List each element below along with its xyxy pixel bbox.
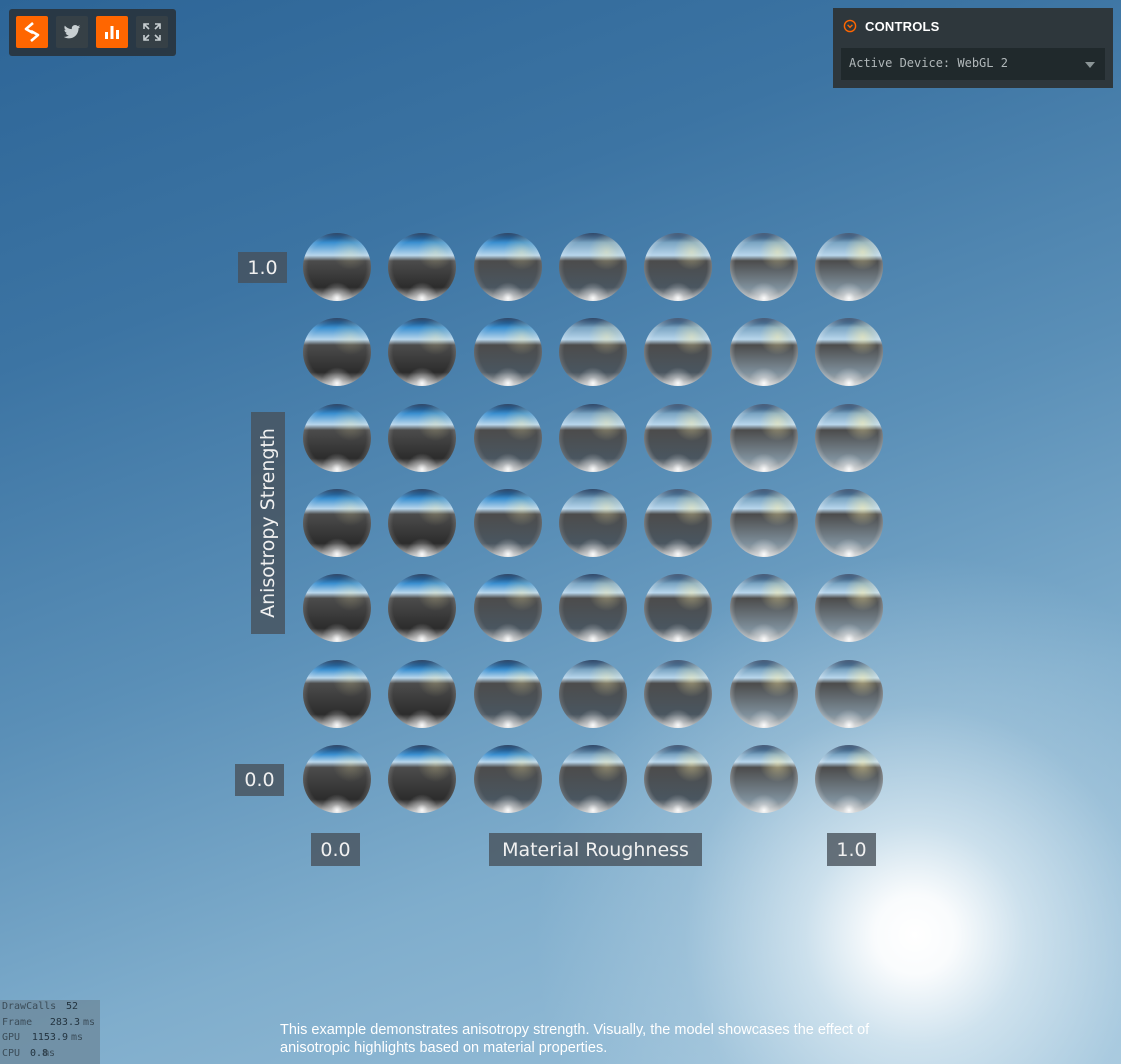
material-sphere	[474, 489, 542, 557]
material-sphere	[644, 489, 712, 557]
material-sphere	[559, 489, 627, 557]
material-sphere	[474, 233, 542, 301]
material-sphere	[388, 489, 456, 557]
x-axis-title: Material Roughness	[489, 833, 702, 866]
playcanvas-logo-icon[interactable]	[16, 16, 48, 48]
material-sphere	[303, 574, 371, 642]
example-description: This example demonstrates anisotropy str…	[280, 1022, 870, 1056]
stat-frame: Frame 283.3 ms	[2, 1017, 95, 1031]
material-sphere	[559, 404, 627, 472]
stats-toggle-icon[interactable]	[96, 16, 128, 48]
material-sphere	[388, 745, 456, 813]
material-sphere	[474, 318, 542, 386]
stat-label: CPU	[2, 1048, 21, 1059]
material-sphere	[559, 233, 627, 301]
controls-title: CONTROLS	[865, 18, 940, 34]
material-sphere	[644, 233, 712, 301]
x-axis-min-label: 0.0	[311, 833, 360, 866]
material-sphere	[815, 660, 883, 728]
controls-panel: CONTROLS Active Device: WebGL 2	[833, 8, 1113, 88]
fullscreen-icon[interactable]	[136, 16, 168, 48]
material-sphere	[303, 745, 371, 813]
material-sphere	[559, 318, 627, 386]
top-toolbar	[9, 9, 176, 56]
material-sphere	[559, 660, 627, 728]
stat-unit: ms	[83, 1017, 96, 1028]
material-sphere	[644, 318, 712, 386]
stat-label: DrawCalls	[2, 1001, 57, 1012]
material-sphere	[644, 660, 712, 728]
material-sphere	[815, 318, 883, 386]
material-sphere	[474, 660, 542, 728]
material-sphere	[815, 574, 883, 642]
material-sphere	[644, 404, 712, 472]
material-sphere	[474, 404, 542, 472]
active-device-select[interactable]: Active Device: WebGL 2	[841, 48, 1105, 80]
material-sphere	[303, 489, 371, 557]
material-sphere	[388, 318, 456, 386]
material-sphere	[388, 233, 456, 301]
y-axis-max-label: 1.0	[238, 252, 287, 283]
stat-label: Frame	[2, 1017, 33, 1028]
material-sphere	[815, 489, 883, 557]
material-sphere	[303, 233, 371, 301]
material-sphere	[644, 574, 712, 642]
material-sphere	[730, 489, 798, 557]
material-sphere	[730, 233, 798, 301]
active-device-value: Active Device: WebGL 2	[849, 56, 1008, 70]
material-sphere	[474, 574, 542, 642]
stat-gpu: GPU 1153.9 ms	[2, 1032, 83, 1046]
material-sphere	[559, 574, 627, 642]
material-sphere	[388, 660, 456, 728]
twitter-icon[interactable]	[56, 16, 88, 48]
collapse-chevron-icon[interactable]	[843, 19, 857, 33]
stats-panel: DrawCalls 52 Frame 283.3 ms GPU 1153.9 m…	[0, 1000, 100, 1064]
material-sphere	[303, 318, 371, 386]
stat-drawcalls: DrawCalls 52	[2, 1001, 78, 1015]
material-sphere	[815, 404, 883, 472]
stat-cpu: CPU 0.8 ms	[2, 1048, 55, 1062]
x-axis-max-label: 1.0	[827, 833, 876, 866]
material-sphere	[303, 404, 371, 472]
stat-value: 283.3	[49, 1017, 80, 1028]
controls-header[interactable]: CONTROLS	[843, 16, 940, 36]
material-sphere	[815, 233, 883, 301]
y-axis-title: Anisotropy Strength	[251, 412, 285, 634]
stat-value: 1153.9	[31, 1032, 68, 1043]
material-sphere	[644, 745, 712, 813]
material-sphere	[730, 404, 798, 472]
stat-value: 0.8	[30, 1048, 49, 1059]
stat-label: GPU	[2, 1032, 21, 1043]
material-sphere	[303, 660, 371, 728]
material-sphere	[730, 574, 798, 642]
stat-value: 52	[65, 1001, 78, 1012]
stat-unit: ms	[43, 1048, 56, 1059]
dropdown-arrow-icon	[1085, 62, 1095, 68]
material-sphere	[388, 574, 456, 642]
material-sphere	[815, 745, 883, 813]
material-sphere	[388, 404, 456, 472]
material-sphere	[730, 745, 798, 813]
material-sphere	[730, 318, 798, 386]
stat-unit: ms	[71, 1032, 84, 1043]
y-axis-min-label: 0.0	[235, 764, 284, 796]
material-sphere	[474, 745, 542, 813]
y-axis-title-text: Anisotropy Strength	[257, 428, 279, 618]
material-sphere	[559, 745, 627, 813]
material-sphere	[730, 660, 798, 728]
